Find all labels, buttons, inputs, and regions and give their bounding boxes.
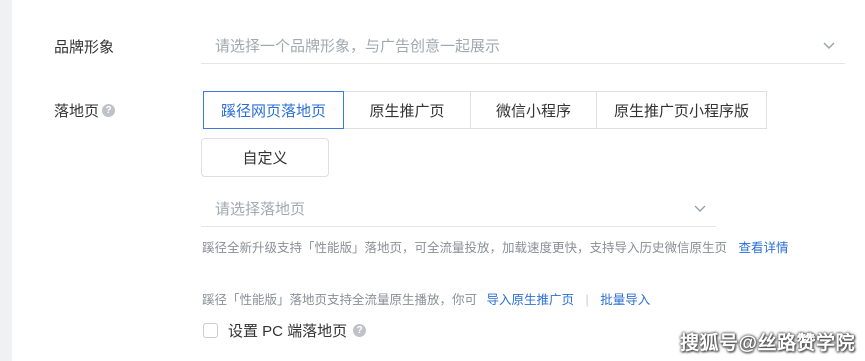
batch-import-link[interactable]: 批量导入 [600,293,650,307]
question-circle-icon[interactable]: ? [102,104,116,117]
pc-landing-label: 设置 PC 端落地页 [228,323,348,340]
performance-upgrade-hint: 蹊径全新升级支持「性能版」落地页，可全流量投放，加载速度更快，支持导入历史微信原… [202,237,789,256]
tab-label: 蹊径网页落地页 [220,102,326,120]
tab-label: 自定义 [242,150,288,167]
left-edge-strip [0,0,12,361]
hint-text: 蹊径「性能版」落地页支持全流量原生播放，你可 [202,293,478,307]
chevron-down-icon [823,42,835,49]
landing-page-select[interactable]: 请选择落地页 [201,191,716,227]
pc-landing-checkbox[interactable] [203,323,218,338]
question-circle-icon[interactable]: ? [353,324,367,337]
pc-landing-option[interactable]: 设置 PC 端落地页 ? [203,320,367,341]
tab-label: 微信小程序 [495,102,571,120]
brand-label-text: 品牌形象 [54,39,115,56]
brand-select-placeholder: 请选择一个品牌形象，与广告创意一起展示 [215,38,501,55]
view-details-link[interactable]: 查看详情 [739,241,789,255]
tab-custom[interactable]: 自定义 [201,138,329,177]
brand-label: 品牌形象 [54,36,114,57]
tab-native-promo-miniprogram[interactable]: 原生推广页小程序版 [596,91,767,129]
tab-native-promo[interactable]: 原生推广页 [343,91,471,129]
tab-wechat-miniprogram[interactable]: 微信小程序 [470,91,597,129]
brand-select[interactable]: 请选择一个品牌形象，与广告创意一起展示 [201,28,845,64]
import-native-promo-link[interactable]: 导入原生推广页 [487,293,575,307]
watermark: 搜狐号@丝路赞学院 [679,333,855,354]
landing-label: 落地页 ? [54,100,116,121]
import-hint: 蹊径「性能版」落地页支持全流量原生播放，你可 导入原生推广页 | 批量导入 [202,289,650,308]
chevron-down-icon [694,205,706,212]
landing-label-text: 落地页 [54,103,100,120]
link-separator: | [585,293,589,307]
tab-qijing-landing[interactable]: 蹊径网页落地页 [203,91,344,129]
tab-label: 原生推广页小程序版 [613,102,749,120]
landing-select-placeholder: 请选择落地页 [215,201,306,218]
hint-text: 蹊径全新升级支持「性能版」落地页，可全流量投放，加载速度更快，支持导入历史微信原… [202,241,728,255]
tab-label: 原生推广页 [369,102,445,120]
